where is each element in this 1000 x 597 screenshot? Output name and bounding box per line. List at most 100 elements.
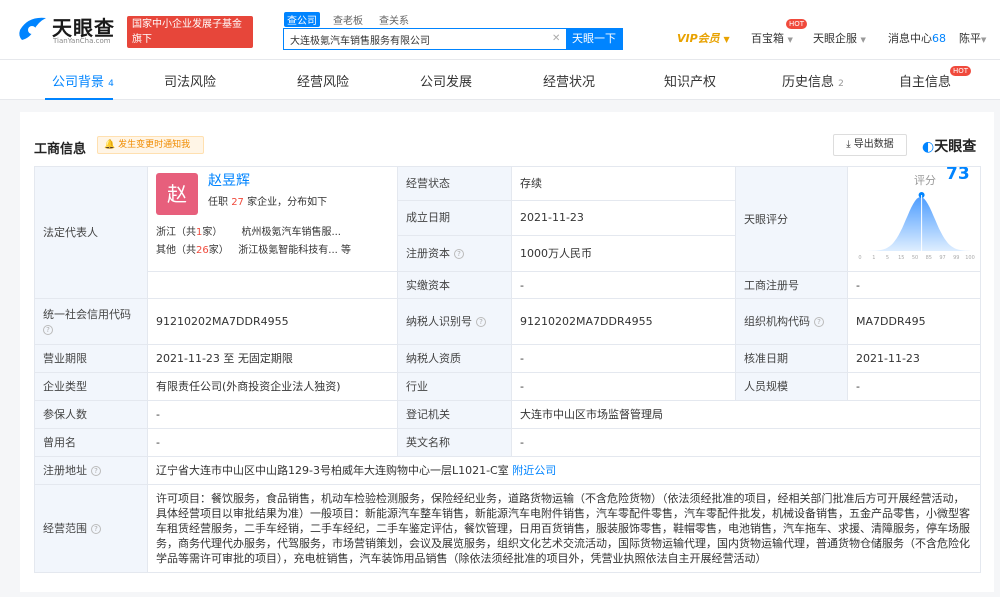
search-box: ✕ 天眼一下 [283, 28, 623, 50]
help-icon[interactable]: ? [91, 466, 101, 476]
regno-label: 工商注册号 [735, 271, 848, 299]
score-cell[interactable]: 评分 73 0 1 5 15 50 85 97 99 100 [847, 166, 981, 272]
tab-business-status[interactable]: 经营状况 [543, 71, 595, 90]
rep-region-line: 其他（共26家） 浙江极氪智能科技有... 等 [156, 245, 352, 256]
score-tick-label: 97 [939, 255, 945, 261]
score-tick-label: 15 [898, 255, 904, 261]
chevron-down-icon: ▼ [787, 36, 793, 44]
logo-subtext: TianYanCha.com [53, 37, 111, 45]
rep-name-link[interactable]: 赵昱辉 [208, 174, 250, 189]
chevron-down-icon: ▼ [860, 36, 866, 44]
help-icon[interactable]: ? [43, 324, 53, 335]
paid-label: 实缴资本 [397, 271, 512, 299]
table-row: 曾用名 - 英文名称 - [34, 428, 981, 457]
found-value: 2021-11-23 [511, 199, 736, 236]
tab-intellectual-property[interactable]: 知识产权 [664, 71, 716, 90]
export-data-button[interactable]: ⤓ 导出数据 [833, 134, 907, 156]
nearby-companies-link[interactable]: 附近公司 [512, 464, 556, 477]
score-label: 天眼评分 [735, 166, 848, 272]
former-label: 曾用名 [34, 428, 148, 457]
clear-icon[interactable]: ✕ [552, 33, 560, 44]
table-row: 注册地址? 辽宁省大连市中山区中山路129-3号柏威年大连购物中心一层L1021… [34, 456, 981, 485]
gov-badge: 国家中小企业发展子基金旗下 官方备案企业征信机构 [127, 16, 253, 60]
approve-value: 2021-11-23 [847, 344, 981, 373]
chevron-down-icon: ▼ [981, 36, 987, 44]
authority-label: 登记机关 [397, 400, 512, 429]
vip-link[interactable]: VIP会员 ▼ [677, 30, 730, 46]
score-tick-label: 0 [858, 255, 861, 261]
chevron-down-icon: ▼ [723, 35, 730, 44]
credit-value: 91210202MA7DDR4955 [147, 298, 398, 345]
hot-badge: HOT [786, 19, 808, 29]
logo-eye-icon: ◐ [922, 139, 935, 155]
rep-cell: 赵 赵昱辉 任职 27 家企业，分布如下 浙江（共1家） 杭州极氪汽车销售服..… [147, 166, 398, 272]
enterprise-menu[interactable]: 天眼企服 ▼ [813, 30, 866, 46]
logo[interactable]: 天眼查 TianYanCha.com [18, 10, 122, 50]
help-icon[interactable]: ? [476, 317, 486, 327]
brand-logo: ◐天眼查 [922, 139, 977, 155]
help-icon[interactable]: ? [814, 317, 824, 327]
notify-change-button[interactable]: 🔔 发生变更时通知我 [97, 136, 204, 154]
score-tick-label: 99 [953, 255, 959, 261]
tab-self-info[interactable]: 自主信息 [899, 71, 951, 90]
former-value: - [147, 428, 398, 457]
help-icon[interactable]: ? [454, 248, 464, 259]
score-distribution-chart: 0 1 5 15 50 85 97 99 100 [858, 192, 975, 261]
baibao-menu[interactable]: 百宝箱 ▼ [751, 30, 793, 46]
user-menu[interactable]: 陈平▼ [959, 30, 986, 46]
regno-value: - [847, 271, 981, 299]
rep-label: 法定代表人 [34, 166, 148, 299]
tab-operating-risk[interactable]: 经营风险 [297, 71, 349, 90]
type-value: 有限责任公司(外商投资企业法人独资) [147, 372, 398, 401]
org-value: MA7DDR495 [847, 298, 981, 345]
type-label: 企业类型 [34, 372, 148, 401]
tab-company-background[interactable]: 公司背景 4 [52, 71, 114, 90]
addr-value: 辽宁省大连市中山区中山路129-3号柏威年大连购物中心一层L1021-C室 附近… [147, 456, 981, 485]
table-row: 法定代表人 赵 赵昱辉 任职 27 家企业，分布如下 浙江（共1家） 杭州极氪汽… [34, 166, 981, 299]
capital-label: 注册资本? [397, 234, 512, 273]
help-icon[interactable]: ? [91, 524, 101, 534]
rep-region-line: 浙江（共1家） 杭州极氪汽车销售服... [156, 227, 341, 238]
more-link[interactable]: 等 [341, 245, 351, 256]
logo-eye-icon [19, 17, 46, 40]
rep-summary: 任职 27 家企业，分布如下 [208, 197, 328, 208]
tab-judicial-risk[interactable]: 司法风险 [164, 71, 216, 90]
term-label: 营业期限 [34, 344, 148, 373]
term-value: 2021-11-23 至 无固定期限 [147, 344, 398, 373]
capital-value: 1000万人民币 [511, 234, 736, 273]
table-row: 营业期限 2021-11-23 至 无固定期限 纳税人资质 - 核准日期 202… [34, 344, 981, 373]
search-tab-company[interactable]: 查公司 [284, 12, 320, 27]
credit-label: 统一社会信用代码? [34, 298, 148, 345]
search-input[interactable] [284, 29, 566, 49]
search-button[interactable]: 天眼一下 [566, 29, 622, 49]
message-center-link[interactable]: 消息中心68 [888, 30, 946, 46]
status-label: 经营状态 [397, 166, 512, 201]
staff-label: 人员规模 [735, 372, 848, 401]
rep-company-link[interactable]: 杭州极氪汽车销售服... [241, 227, 341, 238]
scope-value: 许可项目：餐饮服务，食品销售，机动车检验检测服务，保险经纪业务，道路货物运输（不… [147, 484, 981, 573]
score-tick-label: 1 [872, 255, 875, 261]
tax-value: 91210202MA7DDR4955 [511, 298, 736, 345]
insured-value: - [147, 400, 398, 429]
search-tab-boss[interactable]: 查老板 [330, 12, 366, 27]
table-row: 实缴资本 - 工商注册号 - [35, 271, 981, 299]
download-icon: ⤓ [846, 139, 851, 150]
table-row: 统一社会信用代码? 91210202MA7DDR4955 纳税人识别号? 912… [34, 298, 981, 345]
table-row: 经营范围? 许可项目：餐饮服务，食品销售，机动车检验检测服务，保险经纪业务，道路… [34, 484, 981, 573]
score-tick-label: 100 [965, 255, 975, 261]
tab-history[interactable]: 历史信息 2 [782, 71, 844, 90]
staff-value: - [847, 372, 981, 401]
en-value: - [511, 428, 981, 457]
org-label: 组织机构代码? [735, 298, 848, 345]
industry-label: 行业 [397, 372, 512, 401]
message-count: 68 [932, 32, 946, 45]
taxq-label: 纳税人资质 [397, 344, 512, 373]
status-value: 存续 [511, 166, 736, 201]
avatar[interactable]: 赵 [156, 173, 198, 215]
search-tabs: 查公司 查老板 查关系 [284, 12, 422, 27]
search-tab-relation[interactable]: 查关系 [376, 12, 412, 27]
rep-company-link[interactable]: 浙江极氪智能科技有... [238, 245, 338, 256]
tab-company-development[interactable]: 公司发展 [420, 71, 472, 90]
paid-value: - [511, 271, 736, 299]
business-info-table: 法定代表人 赵 赵昱辉 任职 27 家企业，分布如下 浙江（共1家） 杭州极氪汽… [34, 166, 981, 573]
